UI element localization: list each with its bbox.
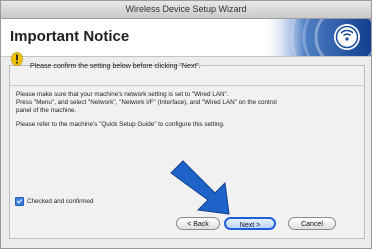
- instruction-line: Please refer to the machine's "Quick Set…: [16, 121, 225, 128]
- confirm-checkbox[interactable]: [15, 197, 24, 206]
- instruction-line: Press "Menu", and select "Network", "Net…: [16, 99, 277, 106]
- confirm-checkbox-row[interactable]: Checked and confirmed: [15, 197, 94, 206]
- wizard-window: Wireless Device Setup Wizard Important N…: [0, 0, 372, 249]
- arrow-pointer-icon: [170, 160, 230, 215]
- page-title: Important Notice: [10, 28, 130, 45]
- next-button[interactable]: Next >: [224, 217, 276, 230]
- back-button[interactable]: < Back: [176, 217, 220, 230]
- instruction-line: Please make sure that your machine's net…: [16, 91, 229, 98]
- header-banner: Important Notice: [1, 19, 371, 57]
- divider: [9, 85, 363, 86]
- notice-text: Please confirm the setting below before …: [30, 63, 201, 70]
- warning-icon: [11, 52, 23, 66]
- window-title: Wireless Device Setup Wizard: [125, 4, 247, 14]
- wireless-icon: [334, 24, 360, 50]
- confirm-checkbox-label[interactable]: Checked and confirmed: [27, 198, 94, 205]
- cancel-button[interactable]: Cancel: [288, 217, 336, 230]
- instruction-line: panel of the machine.: [16, 107, 77, 114]
- window-titlebar: Wireless Device Setup Wizard: [1, 1, 371, 19]
- wireless-banner-graphic: [261, 19, 371, 56]
